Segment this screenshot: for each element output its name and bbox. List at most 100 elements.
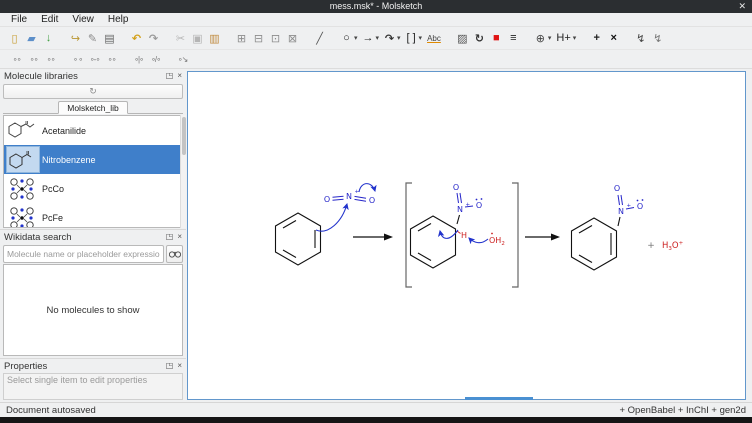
menu-file[interactable]: File [4,13,34,27]
open-file-icon[interactable]: ▰ [24,30,39,47]
toolbar-separator [328,38,338,39]
paste-icon[interactable]: ▥ [207,30,222,47]
menu-view[interactable]: View [65,13,101,27]
clean-geometry-icon[interactable]: ∘↘ [175,53,190,66]
reaction-arrow-1[interactable] [353,234,393,241]
toolbar-separator [301,38,311,39]
list-item-pcco[interactable]: PcCo [4,174,182,203]
mechanism-arrow-water-to-h[interactable] [469,238,488,243]
cut-icon[interactable]: ✂ [173,30,188,47]
menu-help[interactable]: Help [101,13,136,27]
zoom-out-icon[interactable]: ⊟ [251,30,266,47]
status-bar: Document autosaved + OpenBabel + InChI +… [0,402,752,417]
line-width-icon[interactable]: ≡ [506,30,521,47]
status-message: Document autosaved [6,405,96,416]
hydrogen-icon[interactable]: H+ [554,30,572,47]
flip-vertical-icon[interactable]: ∘/∘ [148,53,163,66]
wikidata-search-input[interactable] [3,245,164,263]
delete-icon[interactable]: × [606,30,621,47]
align-left-icon[interactable]: ∘ ∘ [70,53,85,66]
undo-icon[interactable]: ↶ [129,30,144,47]
ring-tool-dropdown-icon[interactable]: ▾ [354,34,358,42]
reaction-arrow-icon[interactable]: → [361,30,376,47]
list-item-nitrobenzene[interactable]: Nitrobenzene [4,145,182,174]
zoom-in-icon[interactable]: ⊞ [234,30,249,47]
library-refresh-button[interactable]: ↻ [3,84,183,99]
align-middle-icon[interactable]: ∘∘ [26,53,41,66]
product-nitrobenzene[interactable]: N + O O [572,184,644,270]
mechanism-arrow-icon[interactable]: ↷ [382,30,397,47]
zoom-original-icon[interactable]: ⊡ [268,30,283,47]
hydronium-ion[interactable]: H3O+ [662,241,684,253]
drawing-canvas[interactable]: O N + O [187,71,746,400]
menu-edit[interactable]: Edit [34,13,65,27]
arenium-ion[interactable]: N + O O H [411,183,483,268]
water-label: OH2 [489,236,505,247]
close-dock-icon[interactable]: × [177,359,182,373]
list-item-label: Nitrobenzene [42,155,96,165]
charge-icon[interactable]: ⊕ [533,30,548,47]
mechanism-arrow-n-to-o[interactable] [359,184,375,192]
close-window-icon[interactable]: ✕ [738,0,746,13]
toolbar-separator [164,59,174,60]
mechanism-push-alt-icon[interactable]: ↯ [650,30,665,47]
align-bottom-icon[interactable]: ∘∘ [9,53,24,66]
molecule-thumbnail [6,146,40,173]
canvas-hscroll-thumb[interactable] [465,397,533,400]
float-dock-icon[interactable]: ◳ [166,230,174,244]
align-center-icon[interactable]: ∘-∘ [87,53,102,66]
atom-label-o: O [369,196,375,205]
atom-label-o: O [476,201,482,210]
properties-dock-header: Properties ◳ × [0,359,186,373]
reaction-arrow-2[interactable] [525,234,560,241]
float-dock-icon[interactable]: ◳ [166,69,174,83]
close-dock-icon[interactable]: × [177,230,182,244]
float-dock-icon[interactable]: ◳ [166,359,174,373]
molecule-libraries-dock: Molecule libraries ◳ × ↻ Molsketch_lib [0,69,186,229]
align-right-icon[interactable]: ∘∘ [104,53,119,66]
hatch-icon[interactable]: ▨ [455,30,470,47]
new-file-icon[interactable]: ▯ [7,30,22,47]
charge-dropdown-icon[interactable]: ▾ [548,34,552,42]
library-tab-bar: Molsketch_lib [0,99,186,114]
bracket-tool-icon[interactable]: [ ] [404,30,419,47]
desktop-strip [0,417,752,423]
atom-label-o: O [614,184,620,193]
list-item-pcfe[interactable]: PcFe [4,203,182,228]
plus-sign: + [647,241,655,251]
list-item-acetanilide[interactable]: Acetanilide [4,116,182,145]
flip-horizontal-icon[interactable]: ∘|∘ [131,53,146,66]
library-dock-header: Molecule libraries ◳ × [0,69,186,83]
hydrogen-dropdown-icon[interactable]: ▾ [573,34,577,42]
mechanism-arrow-dropdown-icon[interactable]: ▾ [397,34,401,42]
water-molecule[interactable]: OH2 [489,233,505,247]
color-swatch-icon[interactable]: ■ [489,30,504,47]
save-file-icon[interactable]: ↓ [41,30,56,47]
toolbar-separator [522,38,532,39]
copy-icon[interactable]: ▣ [190,30,205,47]
text-tool-icon[interactable]: Abc [425,30,443,47]
save-as-icon[interactable]: ↪ [68,30,83,47]
redo-icon[interactable]: ↷ [146,30,161,47]
print-icon[interactable]: ▤ [102,30,117,47]
tab-molsketch-lib[interactable]: Molsketch_lib [58,101,128,114]
wikidata-search-button[interactable] [166,245,183,263]
nitronium-ion[interactable]: O N + O [324,189,375,205]
zoom-fit-icon[interactable]: ⊠ [285,30,300,47]
mechanism-push-icon[interactable]: ↯ [633,30,648,47]
align-top-icon[interactable]: ∘∘ [43,53,58,66]
toolbar-separator [118,38,128,39]
toolbar-separator [59,59,69,60]
reactant-benzene[interactable] [276,213,321,265]
toolbar-separator [162,38,172,39]
ring-tool-icon[interactable]: ○ [339,30,354,47]
connect-icon[interactable]: + [589,30,604,47]
draw-line-icon[interactable]: ╱ [312,30,327,47]
export-icon[interactable]: ✎ [85,30,100,47]
reaction-arrow-dropdown-icon[interactable]: ▾ [376,34,380,42]
close-dock-icon[interactable]: × [177,69,182,83]
refresh-icon: ↻ [89,86,97,97]
molecule-library-list: Acetanilide Nitrobenzene [3,115,183,228]
bracket-tool-dropdown-icon[interactable]: ▾ [419,34,423,42]
rotate-icon[interactable]: ↻ [472,30,487,47]
